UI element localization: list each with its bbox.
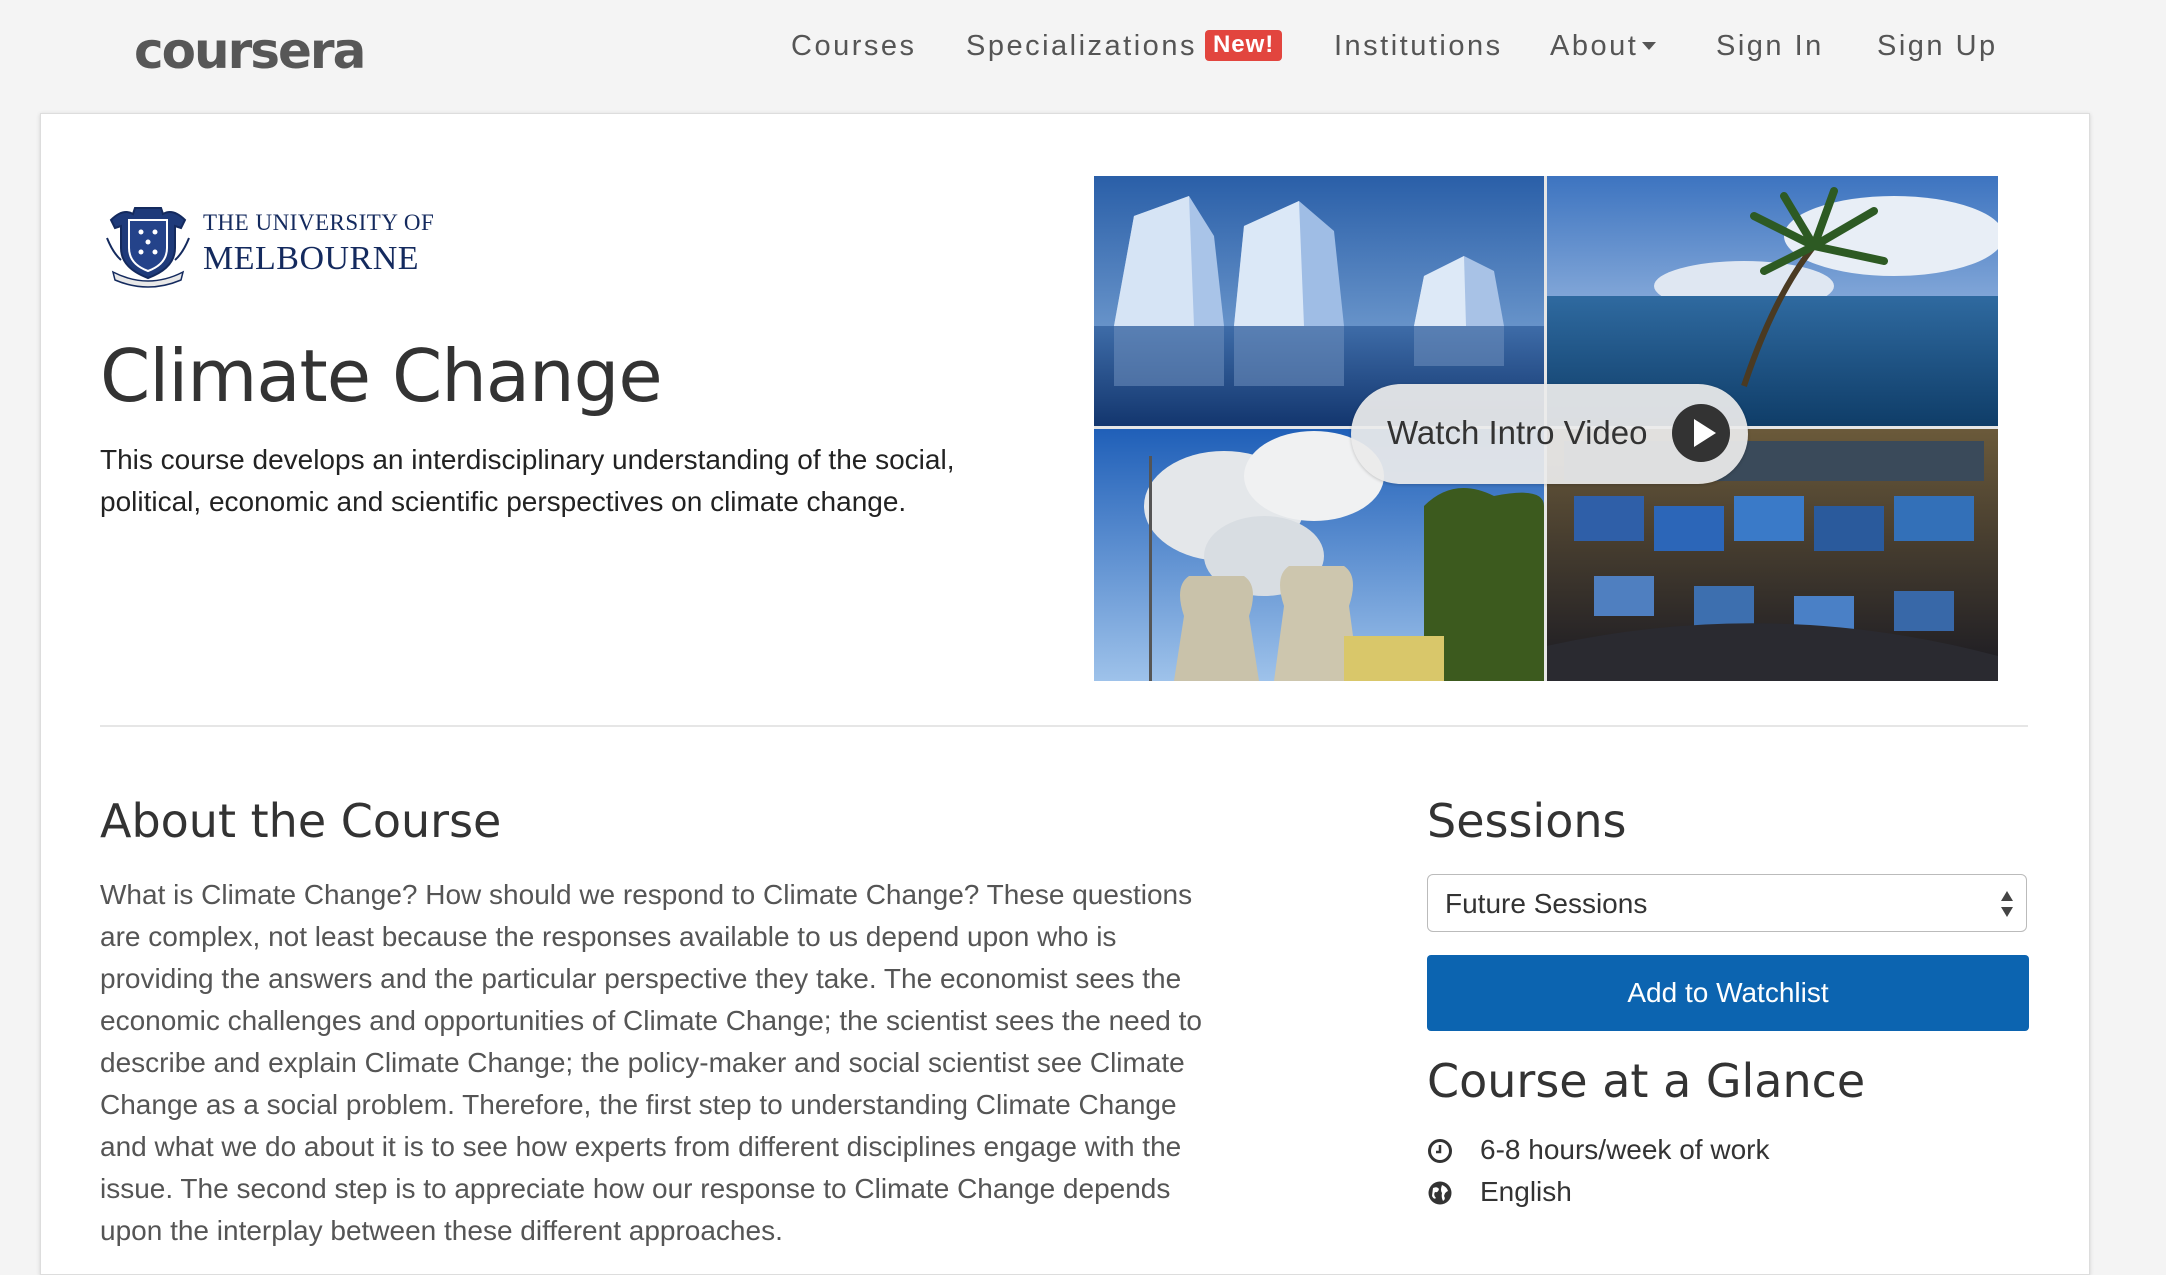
nav-courses-link[interactable]: Courses [791, 30, 917, 63]
top-navigation: coursera Courses Specializations New! Ins… [0, 0, 2166, 112]
glance-workload-text: 6-8 hours/week of work [1480, 1134, 1770, 1165]
nav-about-label: About [1550, 30, 1639, 62]
institution-logo[interactable]: THE UNIVERSITY OF MELBOURNE [103, 198, 435, 288]
section-divider [100, 725, 2028, 727]
sign-in-link[interactable]: Sign In [1716, 30, 1824, 63]
sessions-select[interactable]: Future Sessions [1427, 874, 2027, 932]
watch-intro-video-label: Watch Intro Video [1387, 414, 1648, 451]
university-crest-icon [106, 207, 190, 288]
sign-up-link[interactable]: Sign Up [1877, 30, 1998, 63]
course-card: THE UNIVERSITY OF MELBOURNE Climate Chan… [40, 113, 2090, 1275]
play-circle-icon [1672, 404, 1730, 462]
course-description: This course develops an interdisciplinar… [100, 444, 955, 517]
select-arrows-icon [2001, 891, 2013, 917]
nav-institutions-link[interactable]: Institutions [1334, 30, 1503, 63]
add-to-watchlist-button[interactable]: Add to Watchlist [1427, 955, 2029, 1031]
glance-language-text: English [1480, 1176, 1572, 1207]
coursera-logo[interactable]: coursera [134, 22, 366, 80]
about-course-heading: About the Course [100, 794, 502, 848]
caret-down-icon [1642, 42, 1657, 50]
sessions-heading: Sessions [1427, 794, 1627, 848]
course-title: Climate Change [100, 334, 663, 418]
clock-icon [1428, 1139, 1452, 1163]
about-course-text: What is Climate Change? How should we re… [100, 879, 1203, 1246]
institution-name-line1: THE UNIVERSITY OF [203, 210, 435, 235]
nav-specializations-link[interactable]: Specializations New! [966, 30, 1283, 63]
institution-name-line2: MELBOURNE [203, 240, 420, 277]
nav-specializations-label: Specializations [966, 30, 1197, 62]
watch-intro-video-button[interactable]: Watch Intro Video [1351, 384, 1748, 484]
new-badge: New! [1204, 30, 1283, 61]
globe-icon [1428, 1181, 1452, 1205]
sessions-select-value: Future Sessions [1445, 888, 1648, 919]
nav-about-dropdown[interactable]: About [1550, 30, 1657, 63]
course-glance-heading: Course at a Glance [1427, 1054, 1866, 1108]
